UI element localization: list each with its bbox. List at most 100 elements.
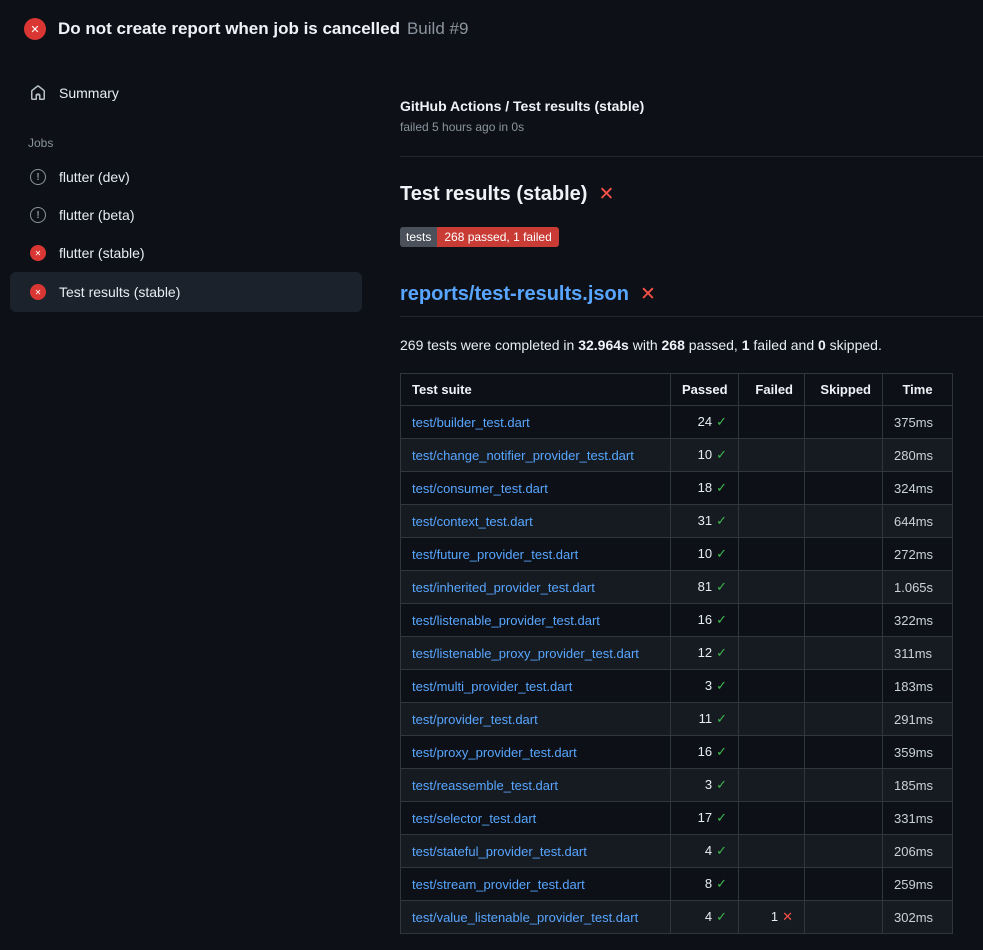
test-suite-link[interactable]: test/provider_test.dart [412, 712, 538, 727]
time-cell: 183ms [883, 670, 953, 703]
test-suite-link[interactable]: test/change_notifier_provider_test.dart [412, 448, 634, 463]
passed-count: 81 [698, 579, 712, 594]
passed-cell: 17✓ [671, 802, 739, 835]
sidebar-item-flutter-beta[interactable]: ! flutter (beta) [10, 196, 362, 234]
suite-cell: test/provider_test.dart [401, 703, 671, 736]
x-circle-icon: ✕ [30, 245, 46, 261]
test-suite-link[interactable]: test/consumer_test.dart [412, 481, 548, 496]
time-cell: 375ms [883, 406, 953, 439]
table-row: test/selector_test.dart17✓331ms [401, 802, 953, 835]
test-suite-link[interactable]: test/builder_test.dart [412, 415, 530, 430]
passed-cell: 10✓ [671, 538, 739, 571]
report-file-link[interactable]: reports/test-results.json [400, 283, 629, 306]
passed-count: 10 [698, 546, 712, 561]
test-suite-link[interactable]: test/reassemble_test.dart [412, 778, 558, 793]
failed-cell [739, 472, 805, 505]
table-row: test/future_provider_test.dart 10✓ 272ms [401, 538, 953, 571]
run-meta: failed 5 hours ago in 0s [400, 120, 983, 134]
skipped-cell [805, 736, 883, 769]
skipped-cell [805, 802, 883, 835]
table-row: test/builder_test.dart24✓375ms [401, 406, 953, 439]
failed-cell [739, 604, 805, 637]
table-row: test/change_notifier_provider_test.dart 1… [401, 439, 953, 472]
passed-count: 12 [698, 645, 712, 660]
table-header-row: Test suite Passed Failed Skipped Time [401, 374, 953, 406]
test-suite-link[interactable]: test/listenable_proxy_provider_test.dart [412, 646, 639, 661]
failed-cell [739, 637, 805, 670]
suite-cell: test/context_test.dart [401, 505, 671, 538]
passed-cell: 11✓ [671, 703, 739, 736]
passed-count: 16 [698, 612, 712, 627]
suite-cell: test/value_listenable_provider_test.dart [401, 901, 671, 934]
test-suite-link[interactable]: test/value_listenable_provider_test.dart [412, 910, 638, 925]
test-suite-link[interactable]: test/multi_provider_test.dart [412, 679, 572, 694]
summary-passed-count: 268 [662, 337, 685, 353]
suite-cell: test/proxy_provider_test.dart [401, 736, 671, 769]
badge-value: 268 passed, 1 failed [437, 227, 558, 247]
x-circle-icon: ✕ [24, 18, 46, 40]
check-icon: ✓ [716, 645, 727, 660]
column-header-test-suite: Test suite [401, 374, 671, 406]
main-content: GitHub Actions / Test results (stable) f… [362, 58, 983, 934]
test-suite-link[interactable]: test/selector_test.dart [412, 811, 536, 826]
run-title-group: Do not create report when job is cancell… [58, 19, 468, 39]
failed-cell [739, 505, 805, 538]
build-number: Build #9 [407, 19, 468, 38]
sidebar-item-flutter-dev[interactable]: ! flutter (dev) [10, 158, 362, 196]
passed-count: 31 [698, 513, 712, 528]
passed-count: 10 [698, 447, 712, 462]
passed-count: 18 [698, 480, 712, 495]
test-suite-link[interactable]: test/future_provider_test.dart [412, 547, 578, 562]
failed-cell [739, 571, 805, 604]
titlebar: ✕ Do not create report when job is cance… [0, 0, 983, 58]
sidebar-item-flutter-stable[interactable]: ✕ flutter (stable) [10, 234, 362, 272]
time-cell: 324ms [883, 472, 953, 505]
time-cell: 272ms [883, 538, 953, 571]
sidebar-item-test-results-stable[interactable]: ✕ Test results (stable) [10, 272, 362, 312]
suite-cell: test/inherited_provider_test.dart [401, 571, 671, 604]
x-icon: ✕ [782, 909, 793, 924]
test-suite-link[interactable]: test/context_test.dart [412, 514, 533, 529]
check-icon: ✓ [716, 843, 727, 858]
table-row: test/provider_test.dart11✓291ms [401, 703, 953, 736]
check-icon: ✓ [716, 909, 727, 924]
suite-cell: test/multi_provider_test.dart [401, 670, 671, 703]
skipped-cell [805, 637, 883, 670]
time-cell: 206ms [883, 835, 953, 868]
skipped-cell [805, 703, 883, 736]
passed-cell: 12 ✓ [671, 637, 739, 670]
table-row: test/stream_provider_test.dart 8✓ 259ms [401, 868, 953, 901]
failed-cell [739, 868, 805, 901]
skipped-cell [805, 604, 883, 637]
check-icon: ✓ [716, 612, 727, 627]
skipped-cell [805, 901, 883, 934]
test-suite-link[interactable]: test/stateful_provider_test.dart [412, 844, 587, 859]
test-suite-link[interactable]: test/proxy_provider_test.dart [412, 745, 577, 760]
check-icon: ✓ [716, 480, 727, 495]
time-cell: 280ms [883, 439, 953, 472]
suite-cell: test/change_notifier_provider_test.dart [401, 439, 671, 472]
suite-cell: test/stateful_provider_test.dart [401, 835, 671, 868]
check-icon: ✓ [716, 513, 727, 528]
passed-cell: 8✓ [671, 868, 739, 901]
sidebar: Summary Jobs ! flutter (dev) ! flutter (… [0, 58, 362, 312]
failed-cell: 1✕ [739, 901, 805, 934]
jobs-heading: Jobs [28, 136, 362, 150]
sidebar-item-summary[interactable]: Summary [10, 74, 362, 112]
sidebar-item-label: flutter (dev) [59, 169, 130, 185]
passed-count: 8 [705, 876, 712, 891]
table-row: test/proxy_provider_test.dart16✓359ms [401, 736, 953, 769]
passed-count: 3 [705, 777, 712, 792]
test-suite-link[interactable]: test/stream_provider_test.dart [412, 877, 585, 892]
summary-line: 269 tests were completed in 32.964s with… [400, 337, 983, 353]
test-suite-link[interactable]: test/inherited_provider_test.dart [412, 580, 595, 595]
test-suite-link[interactable]: test/listenable_provider_test.dart [412, 613, 600, 628]
badge-label: tests [400, 227, 437, 247]
skipped-cell [805, 406, 883, 439]
check-icon: ✓ [716, 579, 727, 594]
time-cell: 259ms [883, 868, 953, 901]
time-cell: 185ms [883, 769, 953, 802]
check-icon: ✓ [716, 777, 727, 792]
suite-cell: test/listenable_proxy_provider_test.dart [401, 637, 671, 670]
skipped-cell [805, 868, 883, 901]
